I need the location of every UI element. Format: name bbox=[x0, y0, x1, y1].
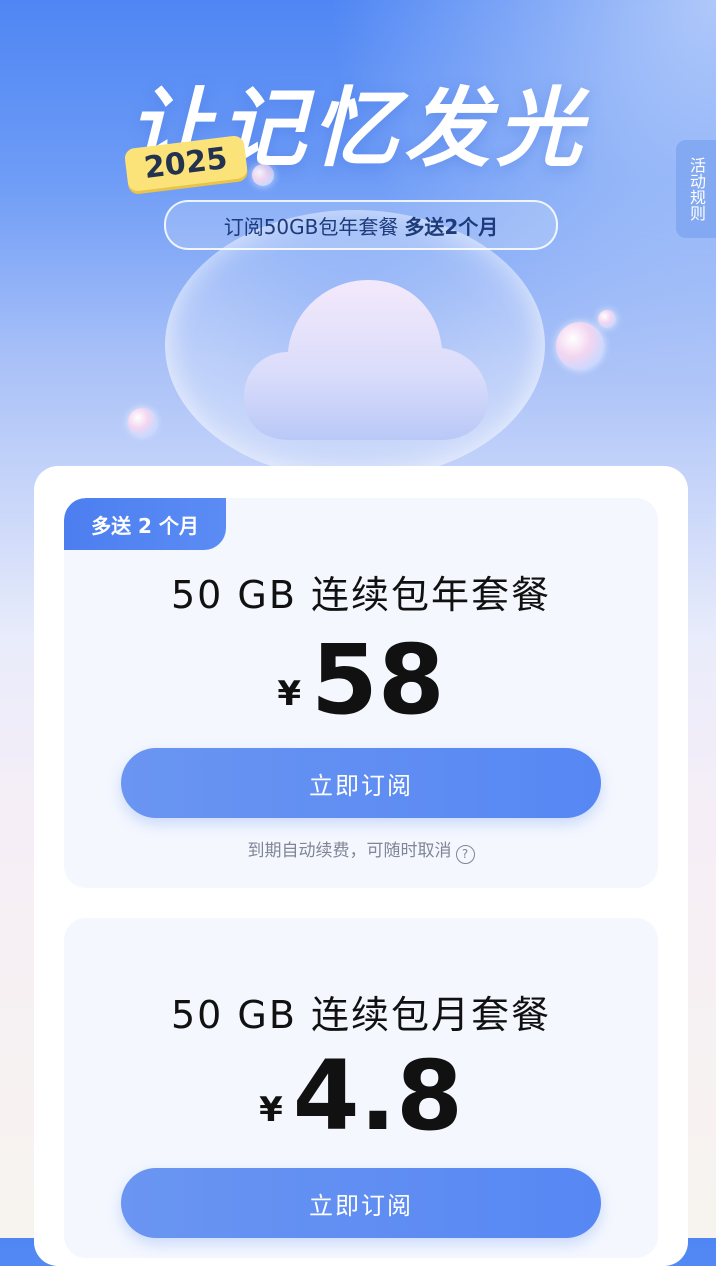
subscribe-button[interactable]: 立即订阅 bbox=[121, 748, 601, 818]
activity-rules-tab[interactable]: 活动规则 bbox=[676, 140, 716, 238]
plan-name: 50 GB 连续包年套餐 bbox=[170, 573, 552, 617]
price-amount: 58 bbox=[311, 624, 445, 736]
bonus-ribbon: 多送 2 个月 bbox=[64, 498, 226, 550]
plan-card-yearly: 多送 2 个月 50 GB 连续包年套餐 ¥58 立即订阅 到期自动续费，可随时… bbox=[64, 498, 658, 888]
decor-bubble bbox=[598, 310, 616, 328]
promo-bonus: 多送2个月 bbox=[404, 214, 499, 239]
plan-price: ¥4.8 bbox=[64, 1048, 658, 1144]
cloud-icon bbox=[244, 280, 488, 440]
plan-price: ¥58 bbox=[64, 632, 658, 728]
currency-symbol: ¥ bbox=[277, 674, 302, 714]
auto-renew-note: 到期自动续费，可随时取消? bbox=[64, 836, 658, 864]
plan-name: 50 GB 连续包月套餐 bbox=[170, 993, 552, 1037]
subscribe-button[interactable]: 立即订阅 bbox=[121, 1168, 601, 1238]
question-circle-icon[interactable]: ? bbox=[455, 844, 475, 864]
hero-title: 让记忆发光 bbox=[128, 79, 588, 179]
price-amount: 4.8 bbox=[292, 1040, 463, 1152]
promo-text: 订阅50GB包年套餐 bbox=[223, 214, 399, 239]
currency-symbol: ¥ bbox=[259, 1090, 283, 1130]
decor-bubble bbox=[556, 322, 604, 370]
decor-bubble bbox=[128, 408, 156, 436]
plan-card-monthly: 50 GB 连续包月套餐 ¥4.8 立即订阅 bbox=[64, 918, 658, 1258]
auto-renew-text: 到期自动续费，可随时取消 bbox=[247, 841, 452, 861]
promo-banner: 订阅50GB包年套餐 多送2个月 bbox=[164, 200, 558, 250]
